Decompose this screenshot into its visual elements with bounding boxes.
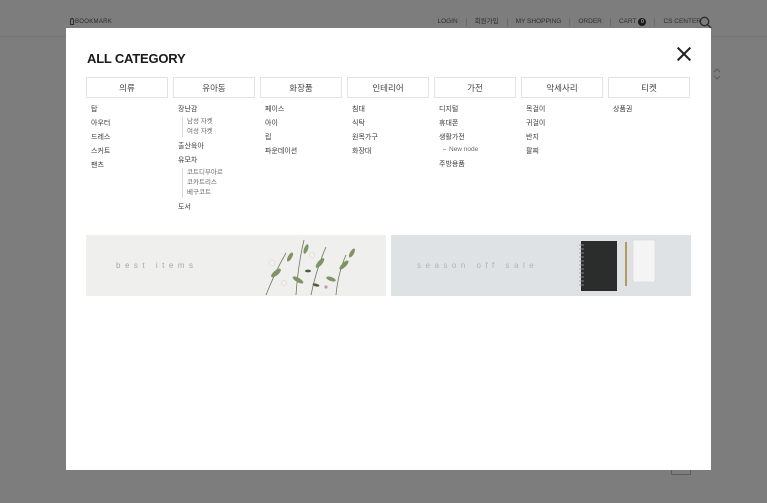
category-item[interactable]: 침대: [352, 105, 429, 115]
category-item[interactable]: 화장대: [352, 147, 429, 157]
all-category-modal: ALL CATEGORY 의류 유아동 화장품 인테리어 가전 악세사리 티켓 …: [66, 28, 711, 470]
subcategory-item[interactable]: 코트디부아르: [187, 168, 255, 178]
subcategory-item[interactable]: New node: [443, 145, 516, 155]
banner-season-off-sale[interactable]: season off sale: [391, 235, 691, 296]
category-item[interactable]: 반지: [526, 133, 603, 143]
category-column-clothing: 탑 아우터 드레스 스커트 팬츠: [86, 105, 168, 217]
category-item[interactable]: 팔찌: [526, 147, 603, 157]
category-item[interactable]: 탑: [91, 105, 168, 115]
category-item[interactable]: 팬츠: [91, 161, 168, 171]
subcategory-label: New node: [449, 146, 479, 153]
category-column-tickets: 상품권: [608, 105, 690, 217]
category-item[interactable]: 식탁: [352, 119, 429, 129]
category-item[interactable]: 아우터: [91, 119, 168, 129]
site-logo[interactable]: BOOKMARK: [70, 18, 112, 25]
slider-arrows-icon[interactable]: [712, 66, 722, 82]
category-column-cosmetics: 페이스 아이 립 파운데이션: [260, 105, 342, 217]
close-icon[interactable]: [676, 46, 692, 62]
top-nav: LOGIN 회원가입 MY SHOPPING ORDER CART 0 CS C…: [429, 18, 709, 26]
category-column-accessories: 목걸이 귀걸이 반지 팔찌: [521, 105, 603, 217]
banner-season-off-sale-text: season off sale: [417, 261, 539, 270]
tab-accessories[interactable]: 악세사리: [521, 77, 603, 98]
category-item[interactable]: 드레스: [91, 133, 168, 143]
category-item[interactable]: 상품권: [613, 105, 690, 115]
nav-my-shopping[interactable]: MY SHOPPING: [506, 18, 570, 26]
category-item[interactable]: 디지털: [439, 105, 516, 115]
promo-banners: best items season off sale: [86, 235, 691, 296]
subcategory-list: New node: [443, 145, 516, 155]
subcategory-item[interactable]: 코카트리스: [187, 178, 255, 188]
tab-appliances[interactable]: 가전: [434, 77, 516, 98]
tab-cosmetics[interactable]: 화장품: [260, 77, 342, 98]
banner-best-items-text: best items: [116, 261, 198, 270]
tab-clothing[interactable]: 의류: [86, 77, 168, 98]
category-column-interior: 침대 식탁 원목가구 화장대: [347, 105, 429, 217]
category-column-kids: 장난감 남성 자켓 여성 자켓 출산육아 유모차 코트디부아르 코카트리스 베구…: [173, 105, 255, 217]
notebook-pen-icon: [579, 239, 656, 291]
category-item[interactable]: 아이: [265, 119, 342, 129]
category-item[interactable]: 유모차: [178, 156, 255, 166]
category-item[interactable]: 파운데이션: [265, 147, 342, 157]
category-column-appliances: 디지털 휴대폰 생활가전 New node 주방용품: [434, 105, 516, 217]
subcategory-list: 코트디부아르 코카트리스 베구코트: [182, 168, 255, 198]
botanical-leaves-icon: [265, 239, 356, 296]
nav-cart[interactable]: CART 0: [609, 18, 655, 26]
subcategory-item[interactable]: 남성 자켓: [187, 117, 255, 127]
category-item[interactable]: 귀걸이: [526, 119, 603, 129]
cart-count-badge: 0: [638, 18, 647, 26]
nav-order[interactable]: ORDER: [569, 18, 609, 26]
category-item[interactable]: 도서: [178, 203, 255, 213]
tab-kids[interactable]: 유아동: [173, 77, 255, 98]
category-item[interactable]: 원목가구: [352, 133, 429, 143]
banner-best-items[interactable]: best items: [86, 235, 386, 296]
modal-title: ALL CATEGORY: [87, 51, 186, 66]
subcategory-item[interactable]: 베구코트: [187, 188, 255, 198]
nav-cart-label: CART: [618, 18, 637, 25]
category-item[interactable]: 립: [265, 133, 342, 143]
dash-icon: [443, 148, 446, 150]
category-item[interactable]: 목걸이: [526, 105, 603, 115]
nav-login[interactable]: LOGIN: [429, 18, 465, 26]
site-logo-text: BOOKMARK: [75, 18, 113, 25]
category-tabs: 의류 유아동 화장품 인테리어 가전 악세사리 티켓: [86, 77, 691, 98]
category-item[interactable]: 휴대폰: [439, 119, 516, 129]
subcategory-item[interactable]: 여성 자켓: [187, 127, 255, 137]
category-columns: 탑 아우터 드레스 스커트 팬츠 장난감 남성 자켓 여성 자켓 출산육아 유모…: [86, 105, 691, 217]
category-item[interactable]: 출산육아: [178, 142, 255, 152]
nav-join[interactable]: 회원가입: [465, 18, 507, 26]
category-item[interactable]: 스커트: [91, 147, 168, 157]
category-item[interactable]: 장난감: [178, 105, 255, 115]
category-item[interactable]: 주방용품: [439, 160, 516, 170]
bookmark-icon: [70, 18, 74, 25]
subcategory-list: 남성 자켓 여성 자켓: [182, 117, 255, 137]
category-item[interactable]: 생활가전: [439, 133, 516, 143]
tab-tickets[interactable]: 티켓: [608, 77, 690, 98]
tab-interior[interactable]: 인테리어: [347, 77, 429, 98]
category-item[interactable]: 페이스: [265, 105, 342, 115]
